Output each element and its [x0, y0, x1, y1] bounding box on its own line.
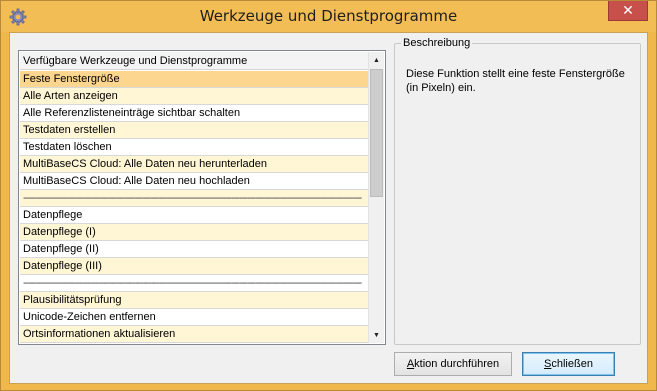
description-text: Diese Funktion stellt eine feste Fenster… — [406, 68, 625, 94]
scrollbar-thumb[interactable] — [370, 69, 383, 197]
list-item-cloud-hochladen[interactable]: MultiBaseCS Cloud: Alle Daten neu hochla… — [20, 173, 369, 190]
close-button[interactable]: Schließen — [522, 352, 615, 376]
list-item-alle-arten-anzeigen[interactable]: Alle Arten anzeigen — [20, 88, 369, 105]
description-legend: Beschreibung — [401, 37, 473, 50]
title-bar[interactable]: Werkzeuge und Dienstprogramme ✕ — [1, 1, 656, 32]
list-item-datenpflege[interactable]: Datenpflege — [20, 207, 369, 224]
close-mnemonic: S — [544, 358, 552, 370]
list-item-unicode-entfernen[interactable]: Unicode-Zeichen entfernen — [20, 309, 369, 326]
tools-listbox[interactable]: Verfügbare Werkzeuge und Dienstprogramme… — [18, 50, 386, 345]
list-separator[interactable]: ----------------------------------------… — [20, 190, 369, 207]
close-icon: ✕ — [622, 2, 634, 19]
list-item-testdaten-loeschen[interactable]: Testdaten löschen — [20, 139, 369, 156]
window-title: Werkzeuge und Dienstprogramme — [199, 7, 458, 25]
close-label: chließen — [551, 358, 593, 370]
list-item-ortsinformationen[interactable]: Ortsinformationen aktualisieren — [20, 326, 369, 343]
action-mnemonic: A — [406, 358, 415, 370]
list-item-testdaten-erstellen[interactable]: Testdaten erstellen — [20, 122, 369, 139]
tools-list: Feste Fenstergröße Alle Arten anzeigen A… — [20, 71, 369, 344]
list-item-feste-fenstergroesse[interactable]: Feste Fenstergröße — [20, 71, 369, 88]
dialog-content: Verfügbare Werkzeuge und Dienstprogramme… — [9, 32, 648, 384]
scroll-up-arrow-icon[interactable]: ▲ — [369, 52, 384, 68]
scroll-down-arrow-icon[interactable]: ▼ — [369, 327, 384, 343]
list-item-plausibilitaetspruefung[interactable]: Plausibilitätsprüfung — [20, 292, 369, 309]
close-window-button[interactable]: ✕ — [608, 1, 648, 21]
list-item-datenpflege-2[interactable]: Datenpflege (II) — [20, 241, 369, 258]
list-item-datenpflege-3[interactable]: Datenpflege (III) — [20, 258, 369, 275]
description-groupbox: Beschreibung Diese Funktion stellt eine … — [394, 37, 641, 345]
run-action-button[interactable]: Aktion durchführen — [394, 352, 512, 376]
list-column-header[interactable]: Verfügbare Werkzeuge und Dienstprogramme — [20, 52, 369, 70]
list-item-referenzlisten-sichtbar[interactable]: Alle Referenzlisteneinträge sichtbar sch… — [20, 105, 369, 122]
list-separator[interactable]: ----------------------------------------… — [20, 275, 369, 292]
list-item-datenpflege-1[interactable]: Datenpflege (I) — [20, 224, 369, 241]
list-item-cloud-herunterladen[interactable]: MultiBaseCS Cloud: Alle Daten neu herunt… — [20, 156, 369, 173]
vertical-scrollbar[interactable]: ▲ ▼ — [368, 52, 384, 343]
dialog-window: Werkzeuge und Dienstprogramme ✕ Verfügba… — [0, 0, 657, 391]
action-label: ktion durchführen — [414, 358, 500, 370]
